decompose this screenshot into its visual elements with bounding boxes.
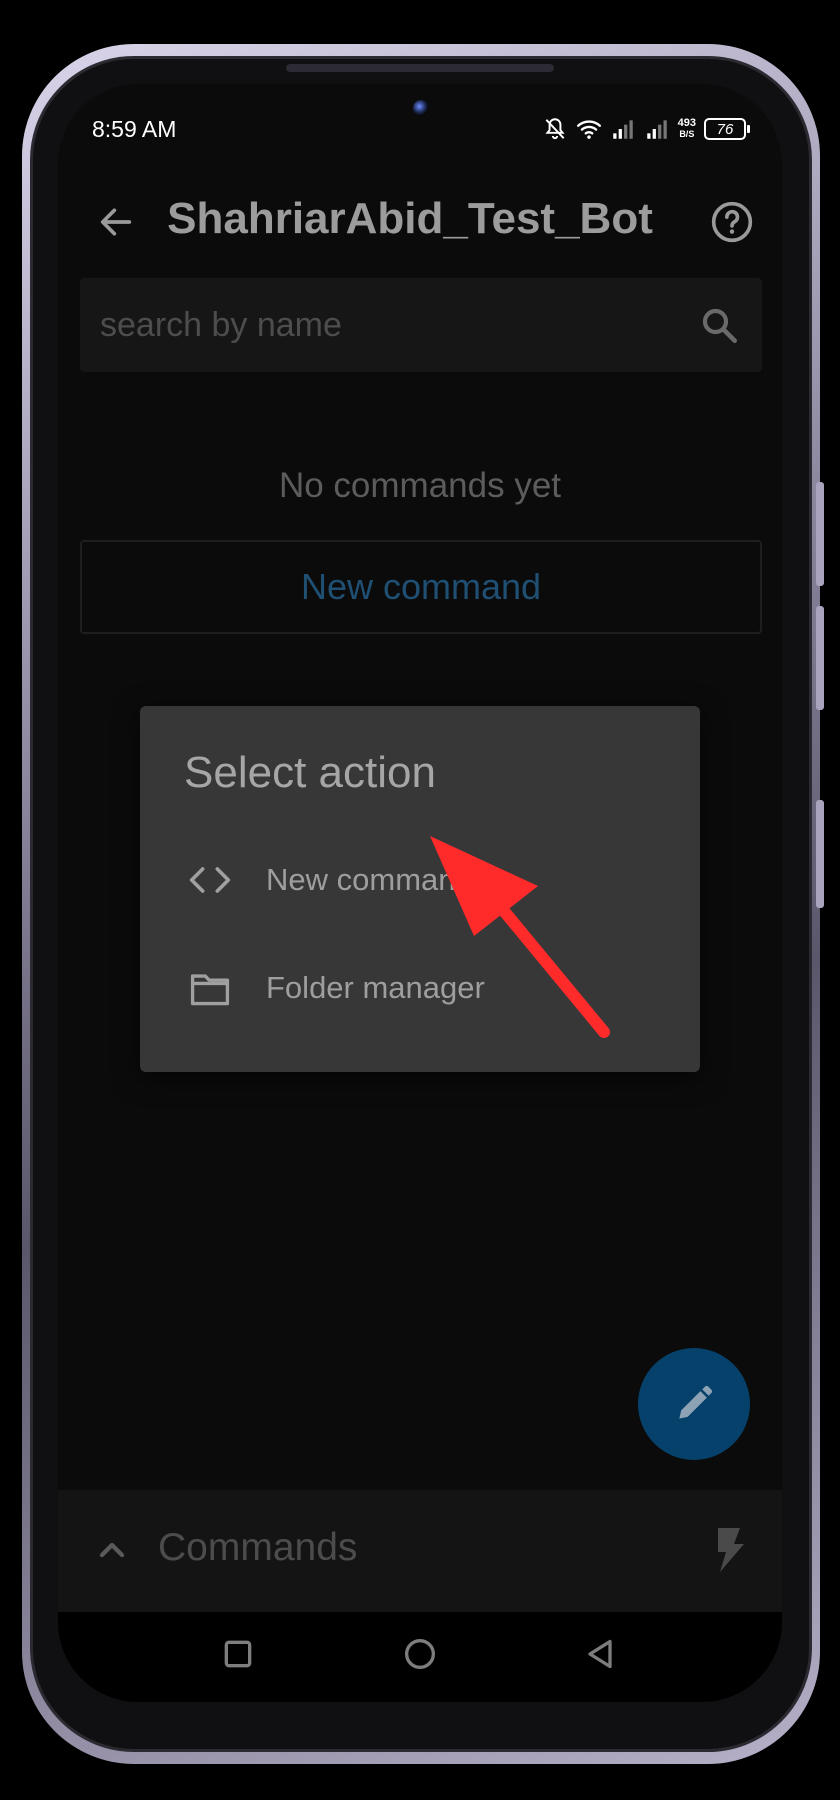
power-button [816,800,824,908]
bottom-panel-label: Commands [158,1526,358,1569]
nav-back-icon[interactable] [580,1634,620,1674]
signal-icon-2 [646,120,667,139]
flash-icon[interactable] [710,1526,750,1574]
folder-icon [190,974,230,1006]
notifications-off-icon [545,118,565,140]
status-icons: 493 B/S 76 [542,114,750,144]
battery-indicator: 76 [704,118,750,140]
dialog-title: Select action [184,748,436,797]
network-speed: 493 B/S [678,118,696,140]
empty-state-text: No commands yet [278,466,562,505]
annotation-arrow [430,836,610,1038]
volume-up-button [816,482,824,586]
pencil-icon [679,1385,713,1419]
app-title: ShahriarAbid_Test_Bot [167,194,653,243]
new-command-button[interactable]: New command [80,540,762,634]
system-nav-bar [58,1612,782,1702]
home-icon[interactable] [400,1634,440,1674]
code-icon [189,867,231,893]
volume-down-button [816,606,824,710]
search-icon[interactable] [698,304,740,346]
chevron-up-icon[interactable] [92,1530,132,1570]
search-box [80,278,762,372]
signal-icon [612,120,633,139]
back-arrow-icon[interactable] [96,202,136,242]
help-icon[interactable] [710,200,754,244]
screen: 8:59 AM 493 B/S 76 ShahriarAbid_Test_Bot… [58,84,782,1702]
network-speed-unit: B/S [679,129,695,139]
wifi-icon [576,120,601,139]
network-speed-value: 493 [677,117,696,129]
status-time: 8:59 AM [92,116,177,142]
battery-level: 76 [716,120,734,138]
front-camera [413,100,429,116]
search-input[interactable] [100,302,660,348]
recents-icon[interactable] [218,1634,258,1674]
speaker-grille [286,64,554,72]
edit-fab-button[interactable] [638,1348,750,1460]
bottom-panel[interactable]: Commands [58,1490,782,1612]
